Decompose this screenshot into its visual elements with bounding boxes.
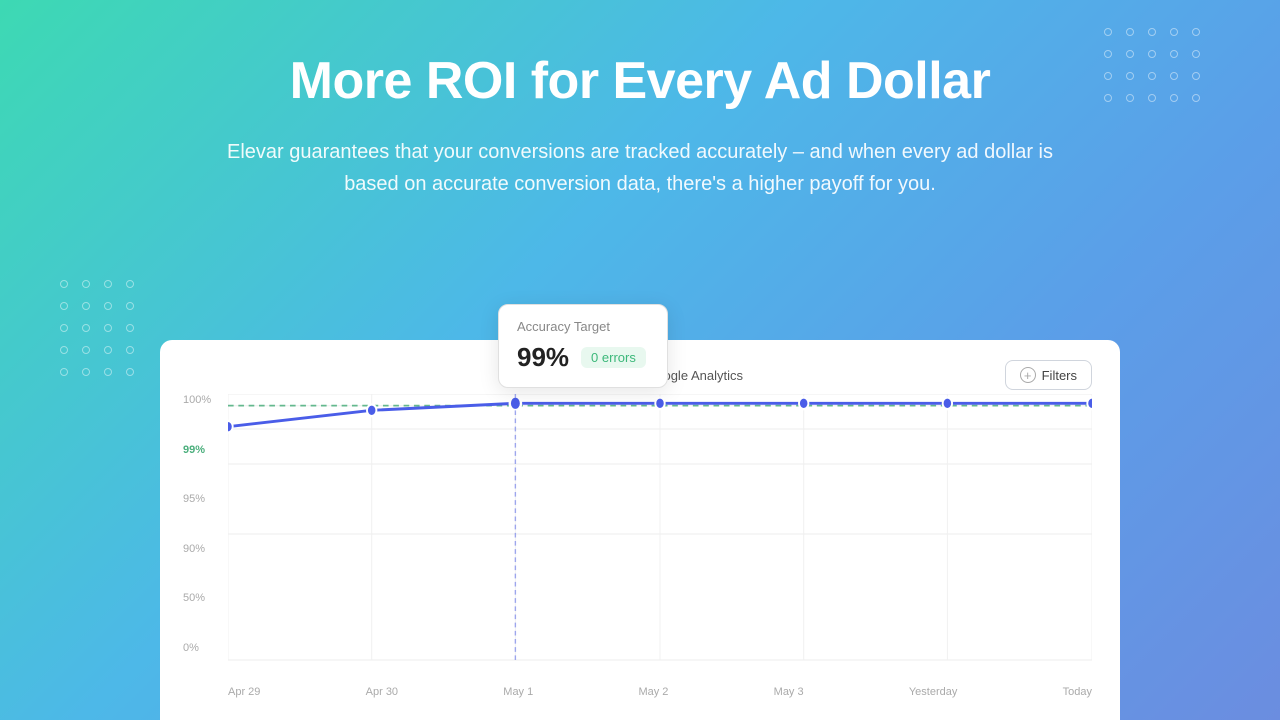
dot: [104, 280, 112, 288]
dot: [82, 368, 90, 376]
dot: [82, 302, 90, 310]
tooltip-value-row: 99% 0 errors: [517, 342, 649, 373]
dot: [126, 280, 134, 288]
dot: [60, 368, 68, 376]
plus-icon: +: [1020, 367, 1036, 383]
filters-button[interactable]: + Filters: [1005, 360, 1092, 390]
tooltip-value: 99%: [517, 342, 569, 373]
x-label-apr29: Apr 29: [228, 686, 260, 698]
dot: [60, 302, 68, 310]
tooltip-badge: 0 errors: [581, 347, 646, 368]
dot: [126, 368, 134, 376]
x-label-may2: May 2: [638, 686, 668, 698]
dot: [60, 280, 68, 288]
dot: [82, 280, 90, 288]
chart-svg: [228, 394, 1092, 674]
dot: [126, 302, 134, 310]
dot-grid-left: [60, 280, 134, 376]
chart-tooltip: Accuracy Target 99% 0 errors: [498, 304, 668, 388]
tooltip-title: Accuracy Target: [517, 319, 649, 334]
x-label-yesterday: Yesterday: [909, 686, 958, 698]
dot: [104, 302, 112, 310]
y-axis: 100% 99% 95% 90% 50% 0%: [183, 394, 211, 674]
y-label-0: 0%: [183, 642, 211, 654]
x-axis: Apr 29 Apr 30 May 1 May 2 May 3 Yesterda…: [228, 686, 1092, 698]
x-label-may1: May 1: [503, 686, 533, 698]
dot: [104, 346, 112, 354]
x-label-apr30: Apr 30: [366, 686, 398, 698]
x-label-may3: May 3: [774, 686, 804, 698]
y-label-100: 100%: [183, 394, 211, 406]
dot: [60, 324, 68, 332]
dot: [104, 368, 112, 376]
dot: [126, 346, 134, 354]
dot: [126, 324, 134, 332]
dot: [82, 346, 90, 354]
filters-label: Filters: [1042, 368, 1077, 383]
dot: [82, 324, 90, 332]
chart-container: Facebook Google Analytics + Filters 100%…: [160, 340, 1120, 720]
x-label-today: Today: [1063, 686, 1092, 698]
y-label-90: 90%: [183, 543, 211, 555]
y-label-95: 95%: [183, 493, 211, 505]
dot: [60, 346, 68, 354]
y-label-99: 99%: [183, 444, 211, 456]
hero-subtitle: Elevar guarantees that your conversions …: [200, 136, 1080, 200]
hero-title: More ROI for Every Ad Dollar: [0, 52, 1280, 112]
chart-area: 100% 99% 95% 90% 50% 0%: [228, 394, 1092, 674]
dot: [104, 324, 112, 332]
hero-content: More ROI for Every Ad Dollar Elevar guar…: [0, 0, 1280, 200]
y-label-50: 50%: [183, 592, 211, 604]
